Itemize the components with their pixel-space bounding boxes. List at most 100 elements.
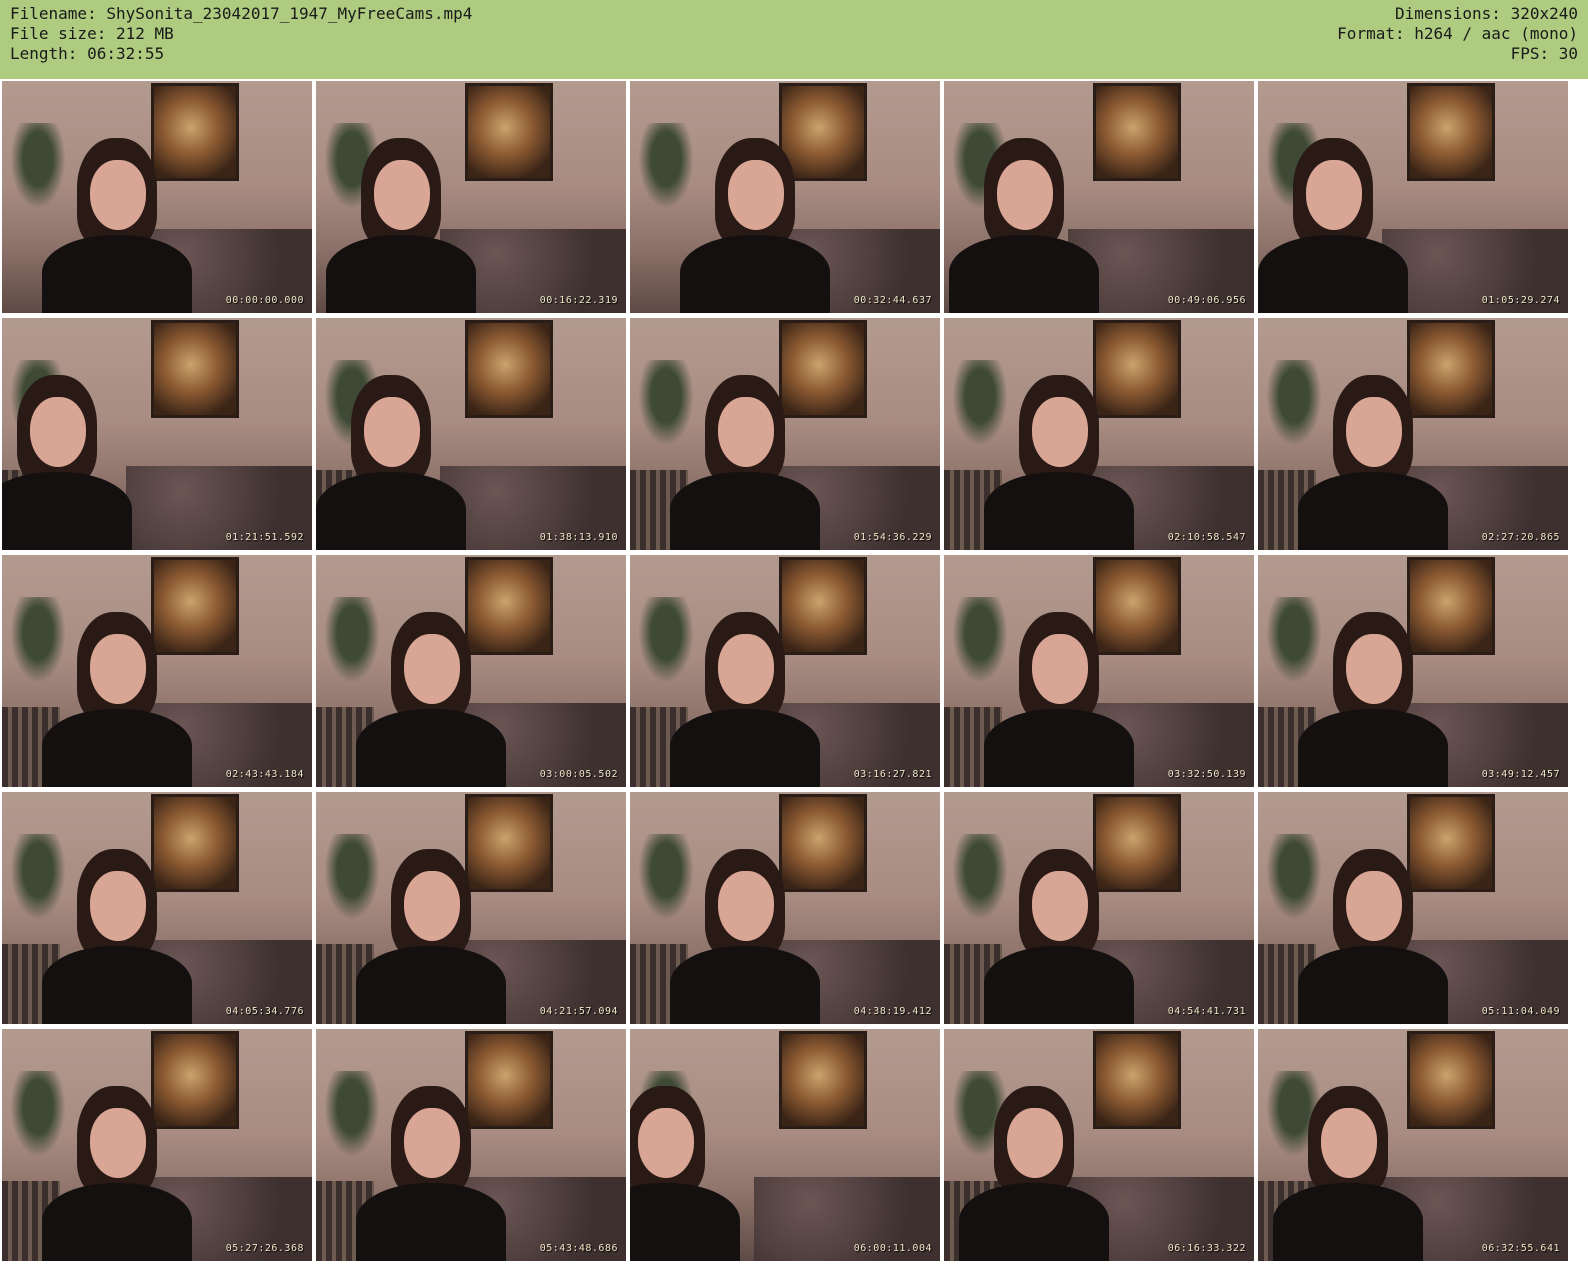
person-image [630,1086,740,1261]
person-body [1258,235,1408,313]
format-text: Format: h264 / aac (mono) [1337,24,1578,43]
timestamp-label: 05:11:04.049 [1481,1006,1560,1017]
timestamp-label: 06:32:55.641 [1481,1243,1560,1254]
person-body [1298,709,1448,787]
video-thumbnail: 06:16:33.322 [944,1029,1254,1261]
video-thumbnail: 03:32:50.139 [944,555,1254,787]
person-face [364,397,420,467]
person-image [670,375,820,550]
person-face [1321,1108,1377,1178]
painting-image [778,1031,867,1129]
person-image [356,612,506,787]
video-thumbnail: 03:00:05.502 [316,555,626,787]
fps-text: FPS: 30 [1510,44,1578,63]
video-thumbnail: 00:16:22.319 [316,81,626,313]
person-image [984,375,1134,550]
filesize-text: File size: 212 MB [10,24,174,43]
person-body [42,235,192,313]
person-body [949,235,1099,313]
video-thumbnail: 05:27:26.368 [2,1029,312,1261]
person-body [1273,1183,1423,1261]
person-face [404,871,460,941]
person-face [1346,634,1402,704]
person-body [42,709,192,787]
video-thumbnail: 06:32:55.641 [1258,1029,1568,1261]
person-body [356,946,506,1024]
person-face [718,397,774,467]
painting-image [1406,83,1495,181]
timestamp-label: 00:49:06.956 [1167,295,1246,306]
timestamp-label: 05:43:48.686 [539,1243,618,1254]
person-face [718,871,774,941]
person-image [316,375,466,550]
timestamp-label: 02:10:58.547 [1167,532,1246,543]
person-body [2,472,132,550]
timestamp-label: 01:21:51.592 [225,532,304,543]
video-thumbnail: 00:32:44.637 [630,81,940,313]
video-thumbnail: 00:49:06.956 [944,81,1254,313]
person-body [670,946,820,1024]
person-image [356,849,506,1024]
video-thumbnail: 01:21:51.592 [2,318,312,550]
dimensions-text: Dimensions: 320x240 [1394,4,1578,23]
person-image [1273,1086,1423,1261]
person-face [638,1108,694,1178]
person-body [984,946,1134,1024]
video-thumbnail: 02:43:43.184 [2,555,312,787]
thumbnail-grid: 00:00:00.000 00:16:22.319 00:32:44.637 00:4… [2,81,1586,1279]
video-thumbnail: 04:38:19.412 [630,792,940,1024]
person-face [404,634,460,704]
length-text: Length: 06:32:55 [10,44,165,63]
person-image [984,849,1134,1024]
timestamp-label: 06:16:33.322 [1167,1243,1246,1254]
person-face [1007,1108,1063,1178]
person-image [680,138,830,313]
person-image [2,375,132,550]
timestamp-label: 03:00:05.502 [539,769,618,780]
timestamp-label: 04:05:34.776 [225,1006,304,1017]
video-thumbnail: 03:16:27.821 [630,555,940,787]
video-thumbnail: 01:54:36.229 [630,318,940,550]
person-face [90,871,146,941]
person-image [959,1086,1109,1261]
video-thumbnail: 05:11:04.049 [1258,792,1568,1024]
video-thumbnail: 02:10:58.547 [944,318,1254,550]
person-face [90,634,146,704]
person-image [1258,138,1408,313]
file-info-right: Dimensions: 320x240 Format: h264 / aac (… [1337,4,1578,64]
info-header: Filename: ShySonita_23042017_1947_MyFree… [0,0,1588,79]
person-image [42,612,192,787]
painting-image [464,83,553,181]
video-thumbnail: 03:49:12.457 [1258,555,1568,787]
person-body [1298,472,1448,550]
timestamp-label: 03:32:50.139 [1167,769,1246,780]
person-body [356,709,506,787]
person-body [326,235,476,313]
timestamp-label: 04:38:19.412 [853,1006,932,1017]
timestamp-label: 02:27:20.865 [1481,532,1560,543]
video-thumbnail: 05:43:48.686 [316,1029,626,1261]
person-image [356,1086,506,1261]
timestamp-label: 03:49:12.457 [1481,769,1560,780]
person-image [949,138,1099,313]
person-body [984,709,1134,787]
person-face [718,634,774,704]
file-info-left: Filename: ShySonita_23042017_1947_MyFree… [10,4,472,64]
person-face [1346,871,1402,941]
person-image [1298,612,1448,787]
timestamp-label: 04:21:57.094 [539,1006,618,1017]
person-body [42,946,192,1024]
timestamp-label: 02:43:43.184 [225,769,304,780]
timestamp-label: 03:16:27.821 [853,769,932,780]
person-image [42,1086,192,1261]
filename-text: Filename: ShySonita_23042017_1947_MyFree… [10,4,473,23]
video-thumbnail: 04:21:57.094 [316,792,626,1024]
person-face [1032,397,1088,467]
video-thumbnail: 01:38:13.910 [316,318,626,550]
timestamp-label: 01:38:13.910 [539,532,618,543]
video-thumbnail: 00:00:00.000 [2,81,312,313]
person-image [326,138,476,313]
video-thumbnail: 02:27:20.865 [1258,318,1568,550]
person-image [984,612,1134,787]
person-body [670,709,820,787]
